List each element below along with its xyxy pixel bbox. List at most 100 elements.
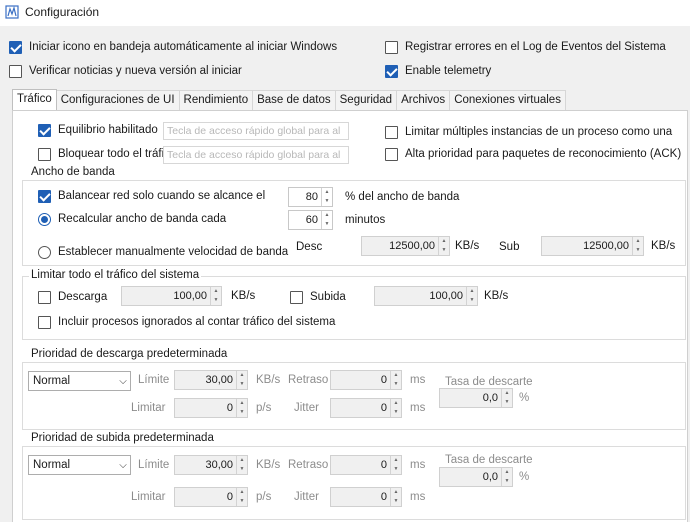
stepper-up-icon[interactable]: ▲ bbox=[633, 237, 643, 246]
stepper-up-icon[interactable]: ▲ bbox=[502, 389, 512, 398]
tab-configuraciones-ui[interactable]: Configuraciones de UI bbox=[55, 90, 180, 110]
telemetry-checkbox[interactable] bbox=[385, 64, 398, 78]
stepper-up-icon[interactable]: ▲ bbox=[391, 488, 401, 497]
sub-value: 12500,00 bbox=[583, 240, 629, 252]
tab-conexiones-virtuales[interactable]: Conexiones virtuales bbox=[449, 90, 566, 110]
check-news-checkbox[interactable] bbox=[9, 64, 22, 78]
stepper-up-icon[interactable]: ▲ bbox=[237, 399, 247, 408]
stepper-up-icon[interactable]: ▲ bbox=[322, 188, 332, 197]
stepper-up-icon[interactable]: ▲ bbox=[237, 488, 247, 497]
dl-retraso-value: 0 bbox=[380, 374, 387, 386]
balance-checkbox[interactable] bbox=[38, 123, 51, 137]
tab-trafico[interactable]: Tráfico bbox=[12, 89, 57, 110]
stepper-up-icon[interactable]: ▲ bbox=[237, 371, 247, 380]
recalc-option[interactable]: Recalcular ancho de banda cada bbox=[38, 211, 226, 227]
stepper-down-icon[interactable]: ▼ bbox=[211, 296, 221, 305]
stepper-up-icon[interactable]: ▲ bbox=[467, 287, 477, 296]
dl-retraso-stepper[interactable]: 0 ▲ ▼ bbox=[330, 370, 402, 390]
balance-hotkey-field[interactable]: Tecla de acceso rápido global para al bbox=[163, 122, 349, 140]
log-errors-option[interactable]: Registrar errores en el Log de Eventos d… bbox=[385, 39, 666, 55]
chevron-down-icon: ⌵ bbox=[119, 375, 127, 387]
include-ignored-option[interactable]: Incluir procesos ignorados al contar trá… bbox=[38, 314, 335, 330]
recalc-stepper[interactable]: 60 ▲ ▼ bbox=[288, 210, 333, 230]
check-news-option[interactable]: Verificar noticias y nueva versión al in… bbox=[9, 63, 242, 79]
ul-tasa-label: Tasa de descarte bbox=[445, 454, 533, 466]
tab-archivos[interactable]: Archivos bbox=[396, 90, 451, 110]
ul-tasa-stepper[interactable]: 0,0 ▲ ▼ bbox=[439, 467, 513, 487]
block-hotkey-field[interactable]: Tecla de acceso rápido global para al bbox=[163, 146, 349, 164]
tab-rendimiento[interactable]: Rendimiento bbox=[178, 90, 254, 110]
balance-net-checkbox[interactable] bbox=[38, 189, 51, 203]
stepper-down-icon[interactable]: ▼ bbox=[322, 220, 332, 229]
stepper-up-icon[interactable]: ▲ bbox=[391, 371, 401, 380]
stepper-down-icon[interactable]: ▼ bbox=[391, 380, 401, 389]
ul-jitter-label: Jitter bbox=[294, 491, 319, 503]
sub-stepper[interactable]: 12500,00 ▲ ▼ bbox=[541, 236, 644, 256]
tray-icon-checkbox[interactable] bbox=[9, 40, 22, 54]
stepper-up-icon[interactable]: ▲ bbox=[211, 287, 221, 296]
upload-limit-unit: KB/s bbox=[484, 290, 509, 302]
upload-limit-checkbox[interactable] bbox=[290, 290, 303, 304]
stepper-down-icon[interactable]: ▼ bbox=[237, 408, 247, 417]
log-errors-checkbox[interactable] bbox=[385, 40, 398, 54]
high-priority-checkbox[interactable] bbox=[385, 147, 398, 161]
balance-net-stepper[interactable]: 80 ▲ ▼ bbox=[288, 187, 333, 207]
stepper-up-icon[interactable]: ▲ bbox=[439, 237, 449, 246]
ul-limite-stepper[interactable]: 30,00 ▲ ▼ bbox=[174, 455, 248, 475]
stepper-up-icon[interactable]: ▲ bbox=[237, 456, 247, 465]
upload-limit-option[interactable]: Subida bbox=[290, 289, 346, 305]
stepper-down-icon[interactable]: ▼ bbox=[237, 465, 247, 474]
ul-tasa-unit: % bbox=[519, 471, 530, 483]
include-ignored-checkbox[interactable] bbox=[38, 315, 51, 329]
dl-limite-stepper[interactable]: 30,00 ▲ ▼ bbox=[174, 370, 248, 390]
stepper-down-icon[interactable]: ▼ bbox=[237, 497, 247, 506]
stepper-down-icon[interactable]: ▼ bbox=[633, 246, 643, 255]
ul-retraso-value: 0 bbox=[380, 459, 387, 471]
download-priority-select[interactable]: Normal ⌵ bbox=[28, 371, 131, 391]
sub-label: Sub bbox=[499, 241, 520, 253]
recalc-unit: minutos bbox=[345, 214, 386, 226]
stepper-down-icon[interactable]: ▼ bbox=[467, 296, 477, 305]
stepper-down-icon[interactable]: ▼ bbox=[237, 380, 247, 389]
tray-icon-option[interactable]: Iniciar icono en bandeja automáticamente… bbox=[9, 39, 337, 55]
dl-tasa-unit: % bbox=[519, 392, 530, 404]
dl-jitter-stepper[interactable]: 0 ▲ ▼ bbox=[330, 398, 402, 418]
manual-bandwidth-radio[interactable] bbox=[38, 245, 51, 259]
ul-retraso-stepper[interactable]: 0 ▲ ▼ bbox=[330, 455, 402, 475]
stepper-down-icon[interactable]: ▼ bbox=[391, 497, 401, 506]
stepper-down-icon[interactable]: ▼ bbox=[391, 408, 401, 417]
high-priority-option[interactable]: Alta prioridad para paquetes de reconoci… bbox=[385, 146, 681, 162]
ul-jitter-stepper[interactable]: 0 ▲ ▼ bbox=[330, 487, 402, 507]
upload-priority-title: Prioridad de subida predeterminada bbox=[29, 432, 216, 444]
telemetry-option[interactable]: Enable telemetry bbox=[385, 63, 491, 79]
tab-base-de-datos[interactable]: Base de datos bbox=[252, 90, 336, 110]
upload-priority-select[interactable]: Normal ⌵ bbox=[28, 455, 131, 475]
limit-instances-checkbox[interactable] bbox=[385, 125, 398, 139]
limit-instances-option[interactable]: Limitar múltiples instancias de un proce… bbox=[385, 124, 672, 140]
tab-seguridad[interactable]: Seguridad bbox=[334, 90, 398, 110]
balance-net-option[interactable]: Balancear red solo cuando se alcance el bbox=[38, 188, 265, 204]
manual-bandwidth-option[interactable]: Establecer manualmente velocidad de band… bbox=[38, 244, 288, 260]
ul-limitar-stepper[interactable]: 0 ▲ ▼ bbox=[174, 487, 248, 507]
stepper-up-icon[interactable]: ▲ bbox=[391, 399, 401, 408]
stepper-up-icon[interactable]: ▲ bbox=[502, 468, 512, 477]
stepper-up-icon[interactable]: ▲ bbox=[322, 211, 332, 220]
stepper-down-icon[interactable]: ▼ bbox=[502, 477, 512, 486]
block-option[interactable]: Bloquear todo el tráfico bbox=[38, 146, 164, 162]
stepper-down-icon[interactable]: ▼ bbox=[391, 465, 401, 474]
dl-tasa-stepper[interactable]: 0,0 ▲ ▼ bbox=[439, 388, 513, 408]
dl-limitar-stepper[interactable]: 0 ▲ ▼ bbox=[174, 398, 248, 418]
block-checkbox[interactable] bbox=[38, 147, 51, 161]
stepper-up-icon[interactable]: ▲ bbox=[391, 456, 401, 465]
stepper-down-icon[interactable]: ▼ bbox=[322, 197, 332, 206]
balance-option[interactable]: Equilibrio habilitado bbox=[38, 122, 158, 138]
stepper-down-icon[interactable]: ▼ bbox=[439, 246, 449, 255]
download-limit-stepper[interactable]: 100,00 ▲ ▼ bbox=[121, 286, 222, 306]
stepper-down-icon[interactable]: ▼ bbox=[502, 398, 512, 407]
ul-limitar-unit: p/s bbox=[256, 491, 272, 503]
upload-limit-stepper[interactable]: 100,00 ▲ ▼ bbox=[374, 286, 478, 306]
download-limit-checkbox[interactable] bbox=[38, 290, 51, 304]
desc-stepper[interactable]: 12500,00 ▲ ▼ bbox=[361, 236, 450, 256]
download-limit-option[interactable]: Descarga bbox=[38, 289, 107, 305]
recalc-radio[interactable] bbox=[38, 212, 51, 226]
